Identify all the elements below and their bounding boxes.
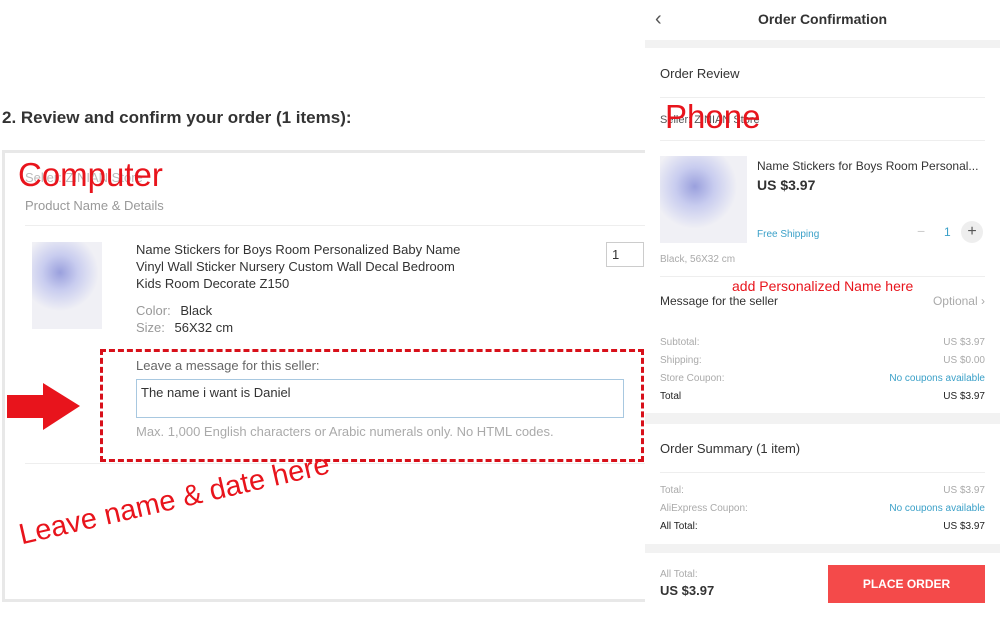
footer-all-total-label: All Total: — [660, 569, 698, 580]
summary-total-label: Total: — [660, 484, 684, 496]
shipping-label: Shipping: — [660, 354, 702, 366]
footer-all-total-value: US $3.97 — [660, 583, 715, 598]
phone-product-thumbnail[interactable] — [660, 156, 747, 243]
order-review-title: Order Review — [660, 66, 740, 81]
message-for-seller-label: Message for the seller — [660, 294, 779, 308]
summary-total-value: US $3.97 — [943, 484, 985, 496]
product-title[interactable]: Name Stickers for Boys Room Personalized… — [136, 241, 466, 292]
store-coupon-value[interactable]: No coupons available — [889, 373, 985, 384]
total-label: Total — [660, 390, 682, 402]
arrow-right-icon — [7, 383, 80, 430]
decrement-button[interactable]: − — [917, 223, 925, 239]
message-textarea[interactable]: The name i want is Daniel — [136, 379, 624, 418]
annotation-add-name: add Personalized Name here — [732, 278, 914, 294]
color-label: Color: — [136, 303, 171, 318]
subtotal-label: Subtotal: — [660, 336, 700, 348]
message-hint: Max. 1,000 English characters or Arabic … — [136, 424, 554, 439]
phone-price: US $3.97 — [757, 177, 816, 193]
store-coupon-label: Store Coupon: — [660, 372, 725, 384]
column-header: Product Name & Details — [25, 198, 164, 213]
message-for-seller-row[interactable]: Message for the seller Optional › — [660, 294, 985, 308]
shipping-value: US $0.00 — [943, 354, 985, 366]
all-total-value: US $3.97 — [943, 520, 985, 532]
phone-screen: ‹ Order Confirmation Order Review Seller… — [645, 0, 1000, 624]
free-shipping: Free Shipping — [757, 229, 820, 240]
size-label: Size: — [136, 320, 165, 335]
section-heading: 2. Review and confirm your order (1 item… — [2, 108, 352, 127]
page-title: Order Confirmation — [757, 11, 888, 27]
message-label: Leave a message for this seller: — [136, 358, 320, 373]
annotation-computer: Computer — [18, 156, 163, 193]
place-order-button[interactable]: PLACE ORDER — [828, 565, 985, 603]
back-icon[interactable]: ‹ — [655, 0, 662, 38]
quantity-input[interactable]: 1 — [606, 242, 644, 267]
subtotal-value: US $3.97 — [943, 336, 985, 348]
annotation-phone: Phone — [665, 98, 761, 135]
phone-quantity[interactable]: 1 — [944, 225, 951, 239]
all-total-label: All Total: — [660, 520, 698, 532]
phone-product-title[interactable]: Name Stickers for Boys Room Personal... — [757, 159, 978, 173]
increment-button[interactable]: + — [961, 221, 983, 243]
size-value: 56X32 cm — [174, 320, 234, 335]
chevron-right-icon: › — [981, 294, 985, 308]
product-thumbnail[interactable] — [32, 242, 102, 329]
aliexpress-coupon-label: AliExpress Coupon: — [660, 502, 748, 514]
color-value: Black — [180, 303, 213, 318]
message-optional: Optional — [932, 294, 978, 308]
phone-variant: Black, 56X32 cm — [660, 254, 736, 265]
total-value: US $3.97 — [943, 390, 985, 402]
order-summary-title: Order Summary (1 item) — [660, 441, 801, 456]
aliexpress-coupon-value[interactable]: No coupons available — [889, 503, 985, 514]
